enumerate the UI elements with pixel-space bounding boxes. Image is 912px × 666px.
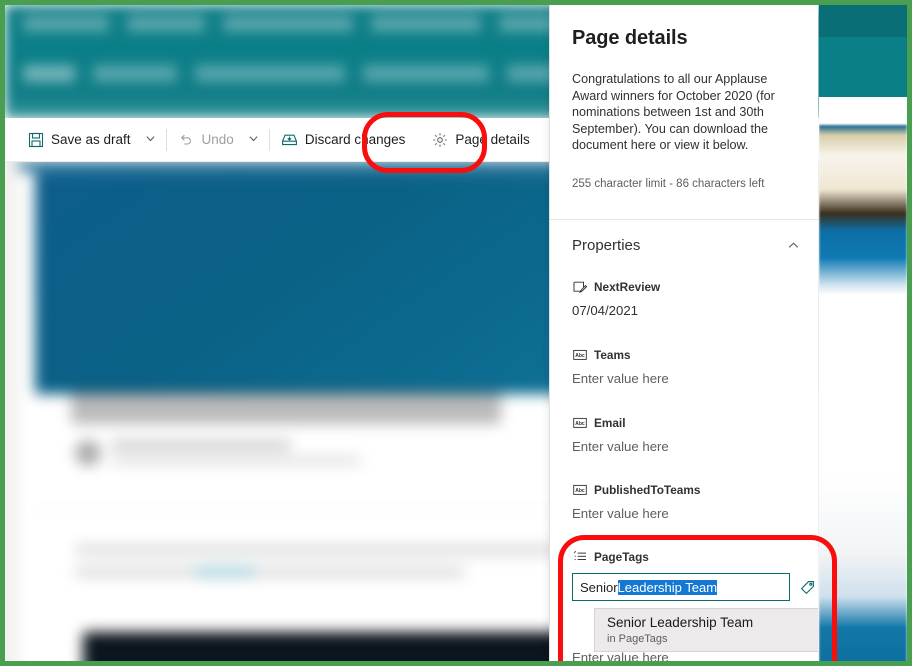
undo-icon (178, 131, 195, 148)
date-edit-icon (572, 279, 587, 294)
suggestion-secondary-text: in PageTags (607, 633, 668, 645)
property-value[interactable]: Enter value here (572, 506, 802, 521)
taxonomy-list-icon (572, 549, 587, 564)
abc-text-icon: Abc (572, 482, 587, 497)
save-as-draft-chevron-button[interactable] (139, 121, 163, 159)
panel-divider (550, 219, 818, 220)
save-as-draft-label: Save as draft (51, 132, 131, 147)
save-as-draft-button[interactable]: Save as draft (19, 121, 139, 159)
pagetags-input-row: Senior Leadership Team (572, 573, 818, 601)
property-publishedtoteams[interactable]: Abc PublishedToTeams Enter value here (572, 482, 802, 522)
background-right-strip (819, 5, 907, 661)
properties-section-header[interactable]: Properties (550, 230, 818, 260)
nav-blob (363, 65, 489, 82)
page-details-panel: Page details Congratulations to all our … (549, 5, 818, 661)
author-avatar (75, 440, 101, 466)
nav-blob (223, 15, 353, 32)
panel-title: Page details (572, 27, 688, 49)
right-strip-image-blurred (819, 125, 907, 295)
properties-title: Properties (572, 236, 641, 254)
undo-button[interactable]: Undo (170, 121, 242, 159)
browser-canvas: Save as draft Undo Discard changes Page … (5, 5, 907, 661)
property-value[interactable]: 07/04/2021 (572, 303, 802, 318)
svg-text:Abc: Abc (575, 487, 585, 493)
author-name-blurred (111, 440, 291, 450)
property-teams[interactable]: Abc Teams Enter value here (572, 347, 802, 387)
page-meta-blurred (111, 456, 361, 465)
pagetags-suggestion-dropdown[interactable]: Senior Leadership Team in PageTags (594, 608, 818, 652)
body-paragraph-line (75, 566, 465, 578)
right-strip-image-blurred-lower (819, 475, 907, 661)
nav-blob (93, 65, 177, 82)
property-label: Email (594, 415, 626, 430)
toolbar-separator (268, 128, 270, 151)
save-icon (27, 131, 44, 148)
nav-blob (127, 15, 205, 32)
abc-text-icon: Abc (572, 347, 587, 362)
nav-blob (23, 15, 109, 32)
gear-icon (431, 131, 448, 148)
page-title-blurred (71, 390, 501, 424)
nav-blob (371, 15, 481, 32)
property-label-row: Abc Teams (572, 347, 802, 362)
abc-text-icon: Abc (572, 415, 587, 430)
property-label-row: PageTags (572, 549, 802, 564)
nav-blob (23, 65, 75, 82)
pagetags-typed-text: Senior (580, 579, 618, 595)
nav-blob (195, 65, 345, 82)
undo-chevron-button[interactable] (242, 121, 266, 159)
property-label: Teams (594, 347, 631, 362)
property-email[interactable]: Abc Email Enter value here (572, 415, 802, 455)
property-value[interactable]: Enter value here (572, 439, 802, 454)
chevron-up-icon[interactable] (787, 239, 800, 252)
page-details-button[interactable]: Page details (423, 121, 537, 159)
screenshot-frame: Save as draft Undo Discard changes Page … (0, 0, 912, 666)
suggestion-primary-text: Senior Leadership Team (607, 615, 754, 630)
property-pagetags: PageTags (572, 549, 802, 573)
page-description-field[interactable]: Congratulations to all our Applause Awar… (572, 71, 800, 154)
discard-changes-button[interactable]: Discard changes (273, 121, 414, 159)
tag-icon[interactable] (794, 573, 818, 601)
right-strip-teal-dark (819, 5, 907, 37)
property-label: PublishedToTeams (594, 482, 701, 497)
character-limit-hint: 255 character limit - 86 characters left (572, 178, 765, 190)
svg-text:Abc: Abc (575, 420, 585, 426)
pagetags-autocomplete-selection: Leadership Team (617, 579, 718, 595)
discard-changes-label: Discard changes (304, 132, 406, 147)
chevron-down-icon (248, 131, 259, 149)
property-label-row: Abc PublishedToTeams (572, 482, 802, 497)
svg-text:Abc: Abc (575, 352, 585, 358)
toolbar-separator (165, 128, 167, 151)
page-details-label: Page details (455, 132, 530, 147)
body-link-blurred (195, 566, 255, 578)
property-nextreview[interactable]: NextReview 07/04/2021 (572, 279, 802, 319)
property-label: NextReview (594, 279, 661, 294)
property-label-row: Abc Email (572, 415, 802, 430)
pagetags-next-value-placeholder[interactable]: Enter value here (572, 650, 669, 661)
discard-icon (281, 131, 298, 148)
chevron-down-icon (145, 131, 156, 149)
pagetags-input[interactable]: Senior Leadership Team (572, 573, 791, 601)
undo-label: Undo (201, 132, 234, 147)
property-value[interactable]: Enter value here (572, 371, 802, 386)
page-description-text: Congratulations to all our Applause Awar… (572, 72, 775, 152)
property-label: PageTags (594, 549, 649, 564)
property-label-row: NextReview (572, 279, 802, 294)
